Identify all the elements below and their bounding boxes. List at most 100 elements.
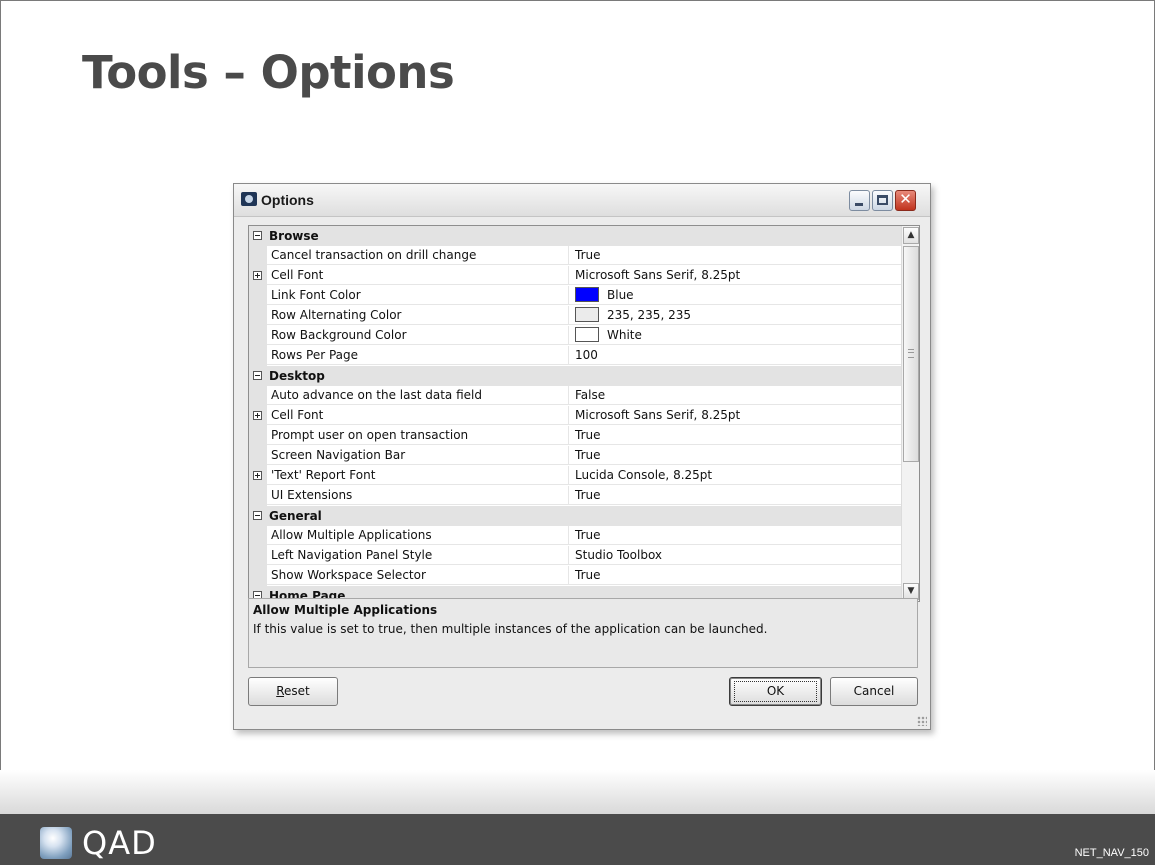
minimize-button[interactable] bbox=[849, 190, 870, 211]
row-margin bbox=[249, 446, 267, 466]
property-value-text: True bbox=[575, 448, 601, 462]
expand-icon[interactable] bbox=[253, 471, 262, 480]
property-name: Row Background Color bbox=[267, 326, 569, 345]
reset-label: eset bbox=[284, 684, 310, 698]
dialog-titlebar[interactable]: Options ✕ bbox=[234, 184, 930, 217]
category-label: General bbox=[269, 509, 322, 523]
scroll-up-button[interactable]: ▲ bbox=[903, 227, 919, 244]
property-row[interactable]: Allow Multiple Applications True bbox=[249, 526, 901, 546]
property-value-text: Blue bbox=[607, 288, 634, 302]
category-row[interactable]: Desktop bbox=[249, 366, 901, 386]
property-value[interactable]: False bbox=[569, 386, 901, 405]
property-row[interactable]: Prompt user on open transaction True bbox=[249, 426, 901, 446]
property-name: Screen Navigation Bar bbox=[267, 446, 569, 465]
property-name: Rows Per Page bbox=[267, 346, 569, 365]
property-grid-rows: Browse Cancel transaction on drill change… bbox=[249, 226, 901, 601]
chevron-up-icon: ▲ bbox=[907, 230, 915, 240]
property-name: 'Text' Report Font bbox=[267, 466, 569, 485]
row-margin bbox=[249, 566, 267, 586]
chevron-down-icon: ▼ bbox=[907, 586, 915, 596]
property-value-text: 100 bbox=[575, 348, 598, 362]
property-value[interactable]: 235, 235, 235 bbox=[569, 306, 901, 325]
logo-text: QAD bbox=[82, 824, 157, 862]
row-margin bbox=[249, 306, 267, 326]
property-value[interactable]: True bbox=[569, 246, 901, 265]
color-swatch bbox=[575, 287, 599, 302]
resize-grip-icon[interactable] bbox=[917, 716, 927, 726]
property-value[interactable]: True bbox=[569, 446, 901, 465]
property-value-text: White bbox=[607, 328, 642, 342]
minimize-icon bbox=[855, 203, 863, 206]
property-row[interactable]: Cancel transaction on drill change True bbox=[249, 246, 901, 266]
collapse-icon[interactable] bbox=[253, 231, 262, 240]
property-row[interactable]: UI Extensions True bbox=[249, 486, 901, 506]
collapse-icon[interactable] bbox=[253, 371, 262, 380]
property-name: UI Extensions bbox=[267, 486, 569, 505]
property-value-text: Studio Toolbox bbox=[575, 548, 663, 562]
property-value-text: Lucida Console, 8.25pt bbox=[575, 468, 713, 482]
expand-icon[interactable] bbox=[253, 271, 262, 280]
property-value[interactable]: True bbox=[569, 526, 901, 545]
ok-button[interactable]: OK bbox=[729, 677, 822, 706]
color-swatch bbox=[575, 327, 599, 342]
property-row[interactable]: Show Workspace Selector True bbox=[249, 566, 901, 586]
property-value-text: True bbox=[575, 428, 601, 442]
row-margin bbox=[249, 426, 267, 446]
property-row[interactable]: Rows Per Page 100 bbox=[249, 346, 901, 366]
property-value-text: True bbox=[575, 488, 601, 502]
row-margin bbox=[249, 386, 267, 406]
color-swatch bbox=[575, 307, 599, 322]
property-row[interactable]: Screen Navigation Bar True bbox=[249, 446, 901, 466]
slide-title: Tools – Options bbox=[82, 46, 455, 99]
row-margin bbox=[249, 246, 267, 266]
property-name: Prompt user on open transaction bbox=[267, 426, 569, 445]
property-grid: Browse Cancel transaction on drill change… bbox=[248, 225, 920, 602]
cancel-label: Cancel bbox=[853, 684, 895, 698]
property-value-text: 235, 235, 235 bbox=[607, 308, 691, 322]
property-value[interactable]: True bbox=[569, 566, 901, 585]
close-button[interactable]: ✕ bbox=[895, 190, 916, 211]
qad-logo-icon bbox=[40, 827, 72, 859]
property-value[interactable]: True bbox=[569, 426, 901, 445]
property-value[interactable]: Microsoft Sans Serif, 8.25pt bbox=[569, 266, 901, 285]
category-label: Desktop bbox=[269, 369, 325, 383]
property-value[interactable]: Blue bbox=[569, 286, 901, 305]
property-row[interactable]: Cell Font Microsoft Sans Serif, 8.25pt bbox=[249, 406, 901, 426]
property-value-text: False bbox=[575, 388, 606, 402]
vertical-scrollbar[interactable]: ▲ ▼ bbox=[901, 226, 919, 601]
expand-icon[interactable] bbox=[253, 411, 262, 420]
property-row[interactable]: 'Text' Report Font Lucida Console, 8.25pt bbox=[249, 466, 901, 486]
property-row[interactable]: Row Alternating Color 235, 235, 235 bbox=[249, 306, 901, 326]
slide-code: NET_NAV_150 bbox=[1074, 847, 1149, 859]
property-value[interactable]: Microsoft Sans Serif, 8.25pt bbox=[569, 406, 901, 425]
property-value[interactable]: True bbox=[569, 486, 901, 505]
row-margin bbox=[249, 486, 267, 506]
options-dialog: Options ✕ Browse Cancel transaction on dr… bbox=[233, 183, 931, 730]
help-pane: Allow Multiple Applications If this valu… bbox=[248, 598, 918, 668]
reset-button[interactable]: Reset bbox=[248, 677, 338, 706]
scroll-thumb[interactable] bbox=[903, 246, 919, 462]
property-value[interactable]: 100 bbox=[569, 346, 901, 365]
category-row[interactable]: General bbox=[249, 506, 901, 526]
collapse-icon[interactable] bbox=[253, 511, 262, 520]
property-name: Show Workspace Selector bbox=[267, 566, 569, 585]
property-row[interactable]: Row Background Color White bbox=[249, 326, 901, 346]
cancel-button[interactable]: Cancel bbox=[830, 677, 918, 706]
property-value-text: True bbox=[575, 248, 601, 262]
focus-rect bbox=[734, 681, 817, 702]
property-row[interactable]: Cell Font Microsoft Sans Serif, 8.25pt bbox=[249, 266, 901, 286]
property-row[interactable]: Left Navigation Panel Style Studio Toolbo… bbox=[249, 546, 901, 566]
maximize-button[interactable] bbox=[872, 190, 893, 211]
property-value[interactable]: Studio Toolbox bbox=[569, 546, 901, 565]
category-label: Browse bbox=[269, 229, 319, 243]
property-name: Row Alternating Color bbox=[267, 306, 569, 325]
property-name: Cancel transaction on drill change bbox=[267, 246, 569, 265]
property-value[interactable]: White bbox=[569, 326, 901, 345]
property-row[interactable]: Link Font Color Blue bbox=[249, 286, 901, 306]
property-name: Cell Font bbox=[267, 406, 569, 425]
property-row[interactable]: Auto advance on the last data field False bbox=[249, 386, 901, 406]
property-value[interactable]: Lucida Console, 8.25pt bbox=[569, 466, 901, 485]
category-row[interactable]: Browse bbox=[249, 226, 901, 246]
reset-accelerator: R bbox=[276, 684, 285, 698]
property-name: Auto advance on the last data field bbox=[267, 386, 569, 405]
